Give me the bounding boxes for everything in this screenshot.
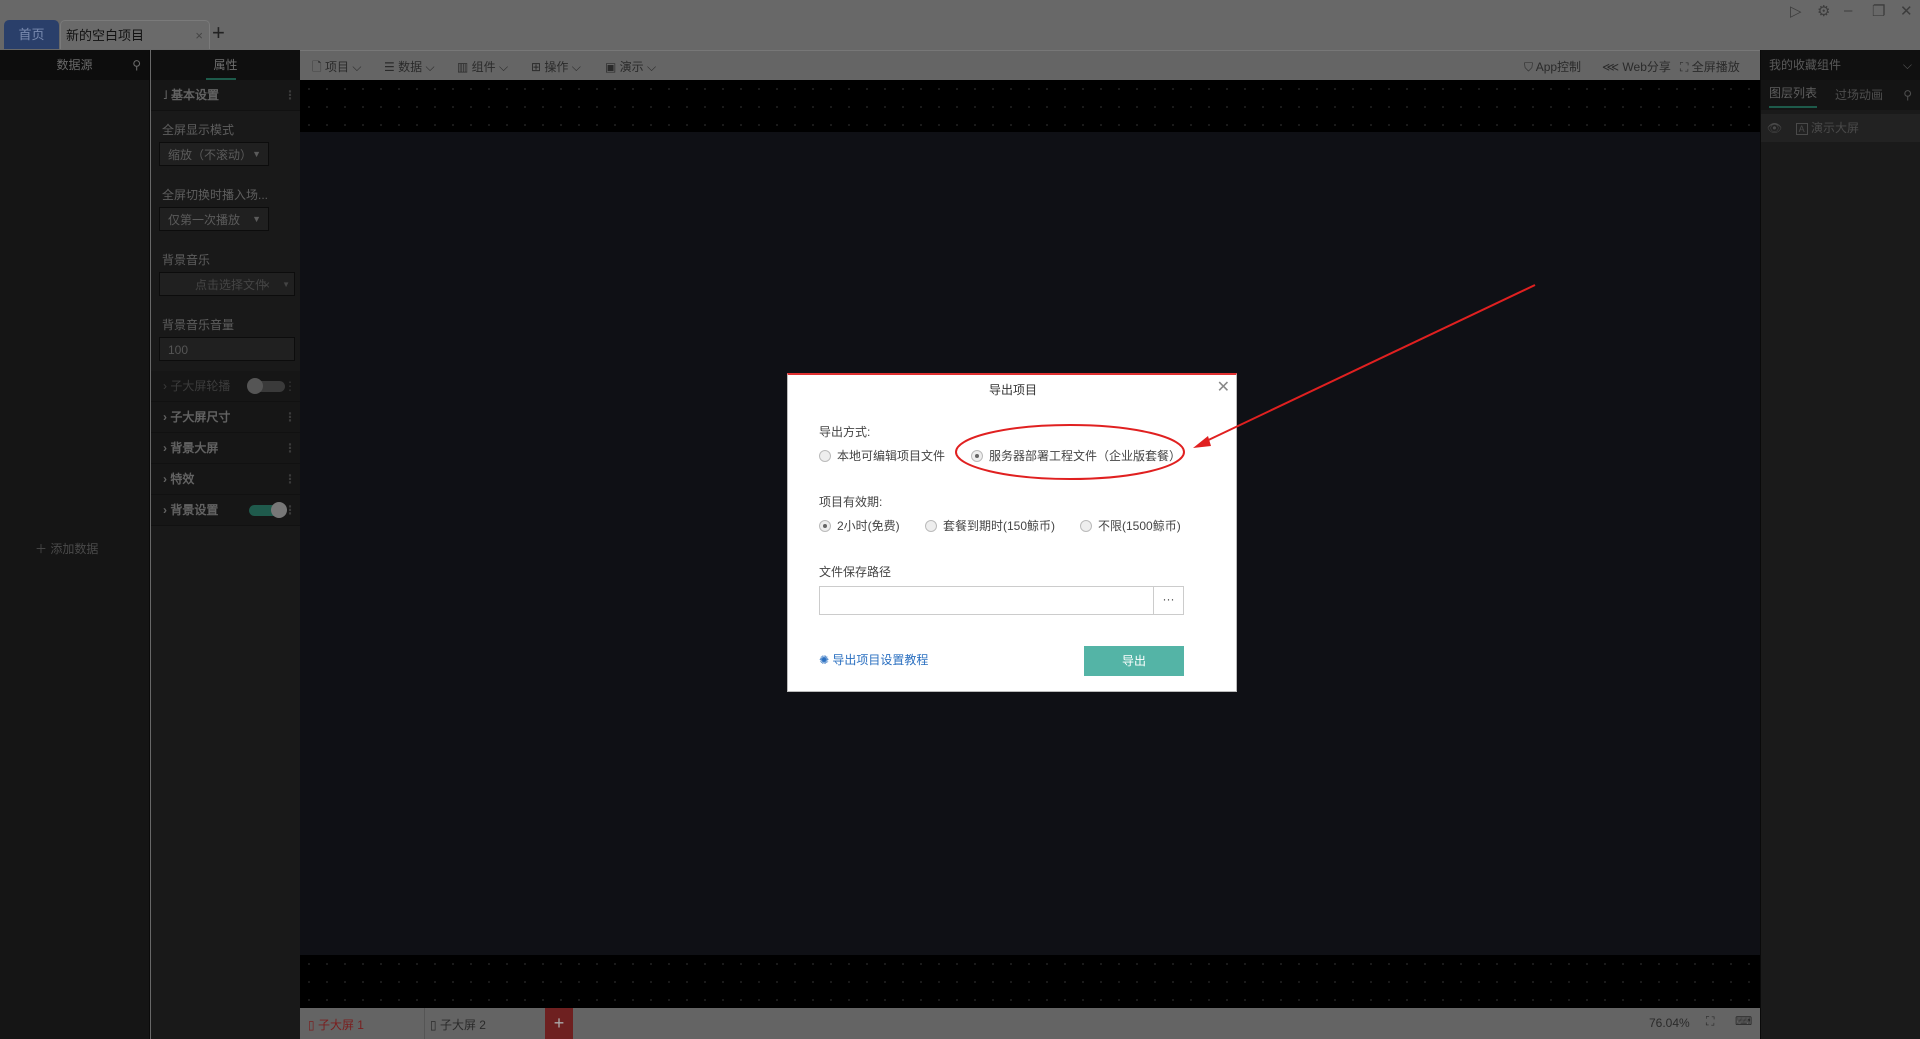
annotation-arrow-line [1199,284,1536,445]
annotation-arrow-head [1193,436,1211,448]
annotation-overlay [955,284,1536,480]
annotation-ellipse [955,424,1185,480]
